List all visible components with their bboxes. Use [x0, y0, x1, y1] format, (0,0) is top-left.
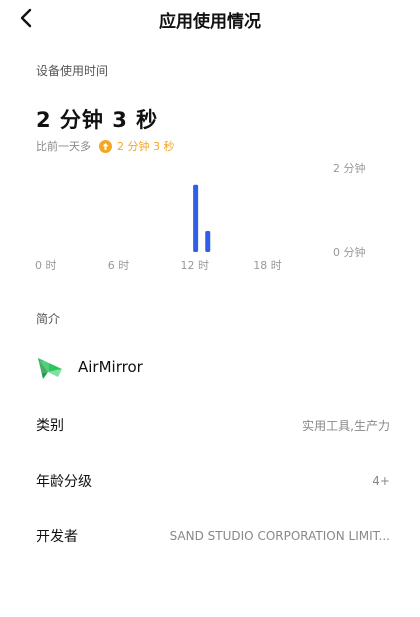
device-usage-label: 设备使用时间 [36, 64, 109, 78]
y-tick-label: 0 分钟 [333, 245, 366, 259]
app-info-row: AirMirror [36, 352, 143, 382]
app-name: AirMirror [78, 358, 143, 376]
detail-row-category: 类别 实用工具,生产力 [36, 413, 390, 437]
total-usage-time: 2 分钟 3 秒 [36, 108, 159, 132]
usage-bar-chart: 2 分钟 0 分钟 0 时 6 时 12 时 18 时 [35, 161, 366, 272]
arrow-up-circle-icon [99, 139, 112, 153]
x-tick-label: 12 时 [181, 259, 210, 272]
detail-key: 开发者 [36, 529, 78, 545]
usage-bar [193, 184, 199, 252]
compare-text: 比前一天多 [36, 140, 91, 153]
compare-delta: 2 分钟 3 秒 [117, 140, 175, 153]
detail-value: 实用工具,生产力 [302, 418, 390, 433]
usage-chart: 2 分钟 0 分钟 0 时 6 时 12 时 18 时 [0, 155, 420, 280]
airmirror-logo-icon [38, 358, 62, 379]
x-tick-label: 18 时 [253, 259, 282, 272]
detail-value: 4+ [372, 474, 390, 488]
x-tick-label: 0 时 [35, 259, 57, 272]
detail-value: SAND STUDIO CORPORATION LIMIT... [169, 529, 390, 543]
detail-key: 类别 [36, 418, 64, 434]
nav-header: 应用使用情况 [0, 0, 420, 40]
detail-row-developer: 开发者 SAND STUDIO CORPORATION LIMIT... [36, 524, 390, 548]
page-title: 应用使用情况 [159, 12, 261, 32]
detail-row-age-rating: 年龄分级 4+ [36, 469, 390, 493]
intro-label: 简介 [36, 312, 61, 326]
detail-key: 年龄分级 [36, 474, 92, 490]
y-tick-label: 2 分钟 [333, 161, 366, 175]
usage-comparison: 比前一天多 2 分钟 3 秒 [36, 138, 175, 154]
usage-bar [205, 231, 211, 252]
x-tick-label: 6 时 [108, 259, 130, 272]
